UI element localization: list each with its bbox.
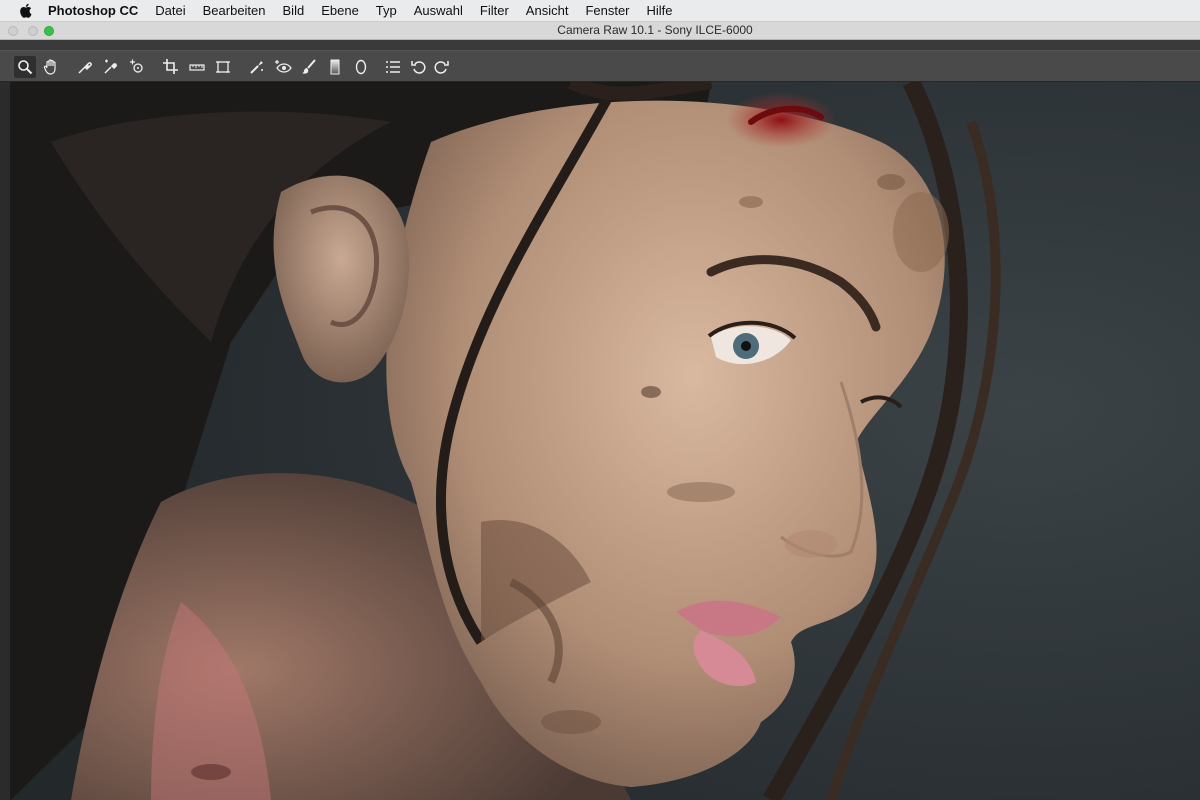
transform-tool-icon[interactable] bbox=[212, 56, 234, 78]
zoom-tool-icon[interactable] bbox=[14, 56, 36, 78]
radial-filter-tool-icon[interactable] bbox=[350, 56, 372, 78]
color-sampler-tool-icon[interactable] bbox=[100, 56, 122, 78]
apple-icon[interactable] bbox=[18, 3, 32, 19]
graduated-filter-tool-icon[interactable] bbox=[324, 56, 346, 78]
menu-bearbeiten[interactable]: Bearbeiten bbox=[203, 3, 266, 18]
menu-auswahl[interactable]: Auswahl bbox=[414, 3, 463, 18]
adjustment-brush-tool-icon[interactable] bbox=[298, 56, 320, 78]
white-balance-tool-icon[interactable] bbox=[74, 56, 96, 78]
spot-removal-tool-icon[interactable] bbox=[246, 56, 268, 78]
window-frame bbox=[0, 40, 1200, 50]
presets-list-icon[interactable] bbox=[382, 56, 404, 78]
window-title-bar: Camera Raw 10.1 - Sony ILCE-6000 bbox=[0, 22, 1200, 40]
menu-bar: Photoshop CC Datei Bearbeiten Bild Ebene… bbox=[0, 0, 1200, 22]
portrait-photo bbox=[11, 82, 1200, 800]
menu-typ[interactable]: Typ bbox=[376, 3, 397, 18]
menu-datei[interactable]: Datei bbox=[155, 3, 185, 18]
app-name-menu[interactable]: Photoshop CC bbox=[48, 3, 138, 18]
red-eye-removal-tool-icon[interactable] bbox=[272, 56, 294, 78]
hand-tool-icon[interactable] bbox=[40, 56, 62, 78]
rotate-left-icon[interactable] bbox=[408, 56, 430, 78]
window-title: Camera Raw 10.1 - Sony ILCE-6000 bbox=[557, 23, 753, 37]
image-preview-canvas[interactable] bbox=[10, 82, 1200, 800]
straighten-tool-icon[interactable] bbox=[186, 56, 208, 78]
camera-raw-toolbar bbox=[0, 50, 1200, 82]
menu-fenster[interactable]: Fenster bbox=[585, 3, 629, 18]
menu-filter[interactable]: Filter bbox=[480, 3, 509, 18]
crop-tool-icon[interactable] bbox=[160, 56, 182, 78]
menu-ebene[interactable]: Ebene bbox=[321, 3, 359, 18]
targeted-adjustment-tool-icon[interactable] bbox=[126, 56, 148, 78]
menu-ansicht[interactable]: Ansicht bbox=[526, 3, 569, 18]
rotate-right-icon[interactable] bbox=[430, 56, 452, 78]
menu-hilfe[interactable]: Hilfe bbox=[647, 3, 673, 18]
menu-bild[interactable]: Bild bbox=[283, 3, 305, 18]
